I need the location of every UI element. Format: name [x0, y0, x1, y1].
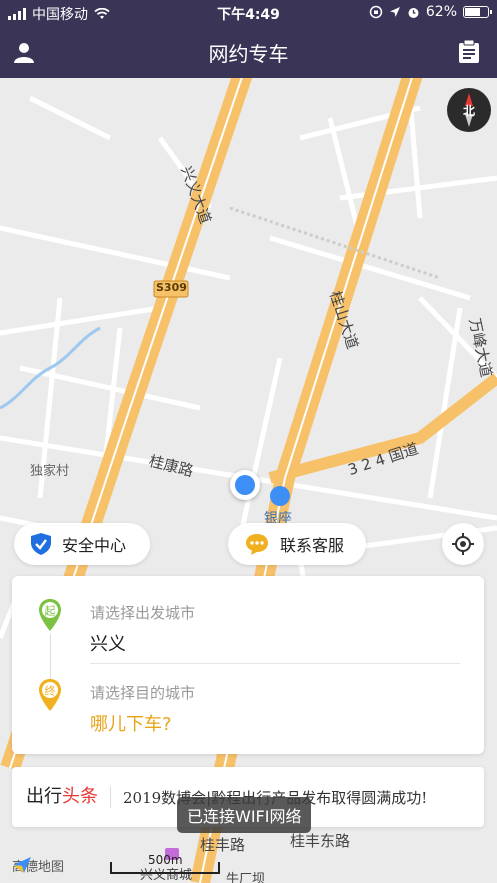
alarm-icon — [408, 7, 419, 18]
toast-message: 已连接WIFI网络 — [177, 797, 312, 833]
label-niuchangba: 牛厂坝 — [226, 872, 266, 883]
from-city-hint: 请选择出发城市 — [90, 604, 196, 622]
customer-service-label: 联系客服 — [280, 536, 345, 555]
safety-center-button[interactable]: 安全中心 — [14, 523, 150, 565]
location-arrow-icon — [389, 7, 400, 17]
end-pin-icon: 终 — [39, 679, 61, 711]
compass-button[interactable]: 北 — [447, 88, 491, 132]
label-guifeng-east-road: 桂丰东路 — [290, 832, 351, 850]
from-city-row[interactable]: 起 请选择出发城市 兴义 — [12, 590, 484, 662]
amap-logo-icon — [13, 857, 31, 873]
rotation-lock-icon — [369, 5, 383, 19]
current-location-marker — [230, 470, 260, 500]
customer-service-button[interactable]: 联系客服 — [228, 523, 366, 565]
brand-prefix: 出行 — [26, 786, 62, 807]
shield-check-icon — [31, 533, 51, 555]
nav-bar: 网约专车 — [0, 26, 497, 78]
battery-percent: 62% — [425, 4, 457, 20]
end-pin-label: 终 — [45, 684, 56, 698]
label-dujia-village: 独家村 — [30, 464, 70, 479]
headline-brand: 出行头条 — [12, 786, 111, 808]
clipboard-icon — [459, 40, 479, 63]
start-pin-label: 起 — [45, 605, 56, 618]
chat-bubble-icon — [246, 534, 268, 555]
map-view[interactable]: S309 兴义大道 桂山大道 万峰大道 桂康路 3 2 4 国道 独家村 银座 … — [0, 78, 497, 883]
status-right: 62% — [369, 4, 492, 20]
label-guifeng-road: 桂丰路 — [200, 836, 246, 854]
status-bar: 中国移动 下午4:49 62% — [0, 0, 497, 26]
card-divider — [90, 663, 460, 664]
battery-icon — [463, 6, 492, 18]
to-city-row[interactable]: 终 请选择目的城市 哪儿下车? — [12, 670, 484, 742]
crosshair-icon — [452, 533, 474, 555]
to-city-value: 哪儿下车? — [90, 714, 172, 735]
from-city-value: 兴义 — [90, 634, 126, 655]
label-s309: S309 — [156, 281, 187, 294]
compass-label: 北 — [462, 103, 475, 118]
brand-suffix: 头条 — [62, 786, 98, 807]
page-title: 网约专车 — [208, 42, 289, 66]
amap-logo: 高德地图 — [12, 856, 64, 875]
trip-card: 起 请选择出发城市 兴义 终 请选择目的城市 哪儿下车? — [12, 576, 484, 754]
map-scale-bar: 500m — [110, 853, 220, 874]
start-pin-icon: 起 — [39, 599, 61, 631]
to-city-hint: 请选择目的城市 — [90, 684, 196, 702]
orders-button[interactable] — [455, 38, 483, 66]
scale-label: 500m — [148, 853, 183, 867]
locate-me-button[interactable] — [442, 523, 484, 565]
safety-center-label: 安全中心 — [62, 536, 127, 555]
